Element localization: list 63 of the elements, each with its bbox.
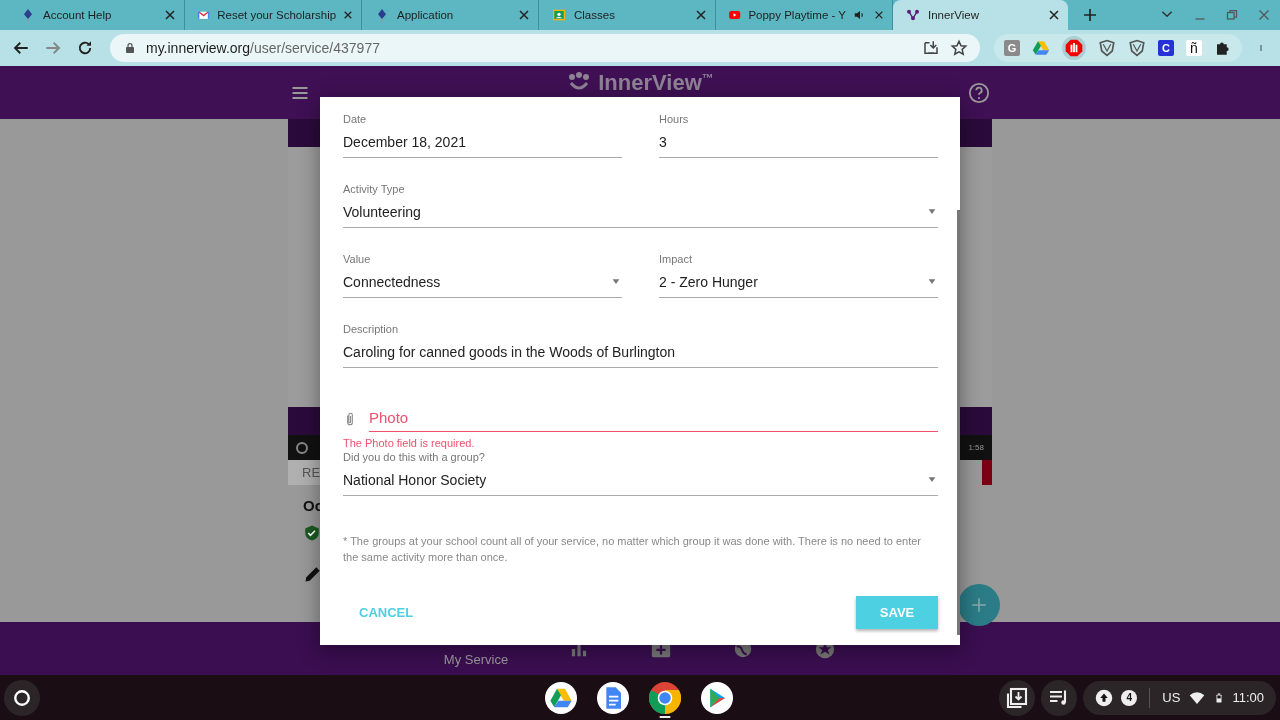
close-icon[interactable] [343, 9, 353, 21]
launcher-icon[interactable] [4, 679, 40, 716]
forward-icon[interactable] [44, 39, 62, 57]
extension-icon[interactable]: C [1158, 40, 1174, 56]
input-field[interactable]: December 18, 2021 [343, 129, 622, 158]
address-bar[interactable]: my.innerview.org/user/service/437977 [110, 34, 980, 62]
dropdown-field[interactable]: National Honor Society [343, 467, 938, 496]
input-field[interactable]: 3 [659, 129, 938, 158]
status-area[interactable]: 4 US 11:00 [1083, 680, 1276, 715]
scrollbar[interactable] [957, 210, 960, 635]
dropdown-field[interactable]: Volunteering [343, 199, 938, 228]
dropdown-caret-icon [926, 208, 938, 216]
close-icon[interactable] [518, 9, 530, 21]
close-icon[interactable] [1048, 9, 1060, 21]
field-label: Description [343, 323, 400, 337]
dropdown-caret-icon [926, 476, 938, 484]
pencil-icon[interactable] [303, 564, 323, 584]
field-label: Hours [659, 113, 690, 127]
url-text: my.innerview.org/user/service/437977 [146, 40, 380, 56]
video-time: 1:58 [968, 443, 984, 452]
restore-icon[interactable] [1226, 9, 1238, 21]
field-label: Date [343, 113, 368, 127]
input-field[interactable]: Caroling for canned goods in the Woods of Burlington [343, 339, 938, 368]
upload-icon [1095, 688, 1114, 707]
lock-icon [124, 41, 136, 55]
logo-text: InnerView$^{™}$ [598, 69, 714, 96]
chrome-icon[interactable] [649, 682, 681, 718]
add-button[interactable] [958, 584, 1000, 626]
help-icon[interactable] [968, 81, 990, 104]
dropdown-field[interactable]: 2 - Zero Hunger [659, 269, 938, 298]
back-icon[interactable] [12, 39, 30, 57]
file-input-field[interactable]: Photo [369, 405, 938, 432]
field-label: Value [343, 253, 372, 267]
field-label: Impact [659, 253, 693, 267]
control-icon[interactable] [296, 441, 308, 454]
tote-icon[interactable] [999, 679, 1036, 716]
reload-icon[interactable] [76, 39, 94, 57]
nav-label[interactable]: My Service [443, 652, 509, 667]
clock: 11:00 [1232, 690, 1264, 705]
plus-icon [970, 596, 988, 614]
stop-hand-icon[interactable] [1062, 36, 1086, 60]
shield-icon[interactable] [1098, 39, 1116, 57]
browser-tab[interactable]: InnerView [893, 0, 1068, 30]
shield-icon[interactable] [1128, 39, 1146, 57]
dropdown-field[interactable]: Connectedness [343, 269, 622, 298]
close-icon[interactable] [873, 9, 884, 21]
dropdown-caret-icon [926, 278, 938, 286]
new-tab-icon[interactable] [1082, 7, 1098, 23]
media-strip [982, 460, 992, 485]
field-label: Activity Type [343, 183, 406, 197]
notification-count: 4 [1121, 689, 1138, 706]
wifi-icon [1188, 689, 1207, 706]
install-icon[interactable] [922, 39, 940, 57]
star-icon[interactable] [950, 39, 968, 57]
help-note: * The groups at your school count all of your service, no matter which group it was done with. There is no need to enter the same activity more than once. [343, 534, 923, 565]
extension-icon[interactable]: ñ [1186, 40, 1202, 56]
close-icon[interactable] [695, 9, 707, 21]
error-message: The Photo field is required. [343, 437, 476, 449]
keyboard-layout: US [1162, 690, 1181, 705]
dropdown-caret-icon [610, 278, 622, 286]
classroom-icon [551, 7, 567, 23]
close-icon[interactable] [164, 9, 176, 21]
media-controls-icon[interactable] [1041, 679, 1078, 716]
